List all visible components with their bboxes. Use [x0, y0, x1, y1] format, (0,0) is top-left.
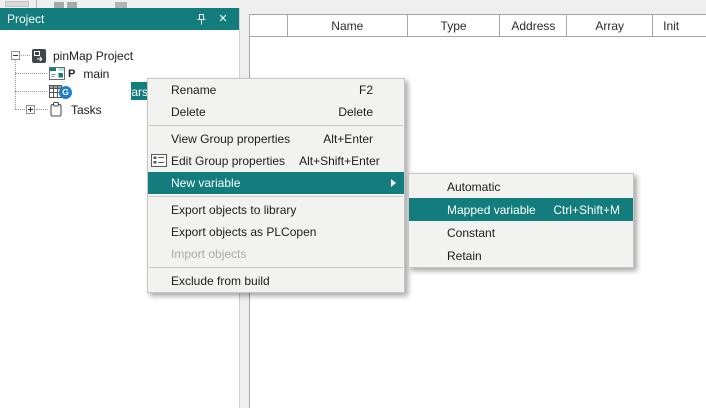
form-properties-icon [151, 154, 167, 170]
project-panel-header: Project ✕ [0, 8, 239, 30]
column-header-address[interactable]: Address [500, 15, 567, 36]
toolbar-icon-fragment [5, 1, 29, 7]
menu-item-edit-group-properties[interactable]: Edit Group properties Alt+Shift+Enter [148, 150, 404, 172]
context-menu: Rename F2 Delete Delete View Group prope… [147, 78, 405, 293]
tree-connector [15, 109, 25, 110]
tree-item-tasks[interactable]: Tasks [50, 101, 102, 118]
collapse-expander-minus[interactable] [11, 51, 20, 60]
column-header-init[interactable]: Init [653, 15, 706, 36]
shortcut-label: F2 [359, 83, 373, 97]
project-icon [31, 48, 47, 64]
tree-connector [21, 55, 30, 56]
submenu-item-automatic[interactable]: Automatic [409, 175, 633, 198]
column-header-array[interactable]: Array [567, 15, 653, 36]
new-variable-submenu: Automatic Mapped variable Ctrl+Shift+M C… [408, 173, 634, 268]
expand-expander-plus[interactable] [26, 105, 35, 114]
tree-connector [15, 91, 47, 92]
menu-item-export-objects-to-library[interactable]: Export objects to library [148, 199, 404, 221]
tree-connector [15, 73, 47, 74]
tree-item-pinmap-project[interactable]: pinMap Project [31, 47, 133, 64]
tasks-icon [50, 102, 62, 117]
menu-item-new-variable[interactable]: New variable [148, 172, 404, 194]
toolbar-remnant [0, 0, 706, 8]
menu-separator [149, 125, 403, 126]
menu-separator [149, 196, 403, 197]
shortcut-label: Alt+Shift+Enter [299, 154, 380, 168]
program-letter-icon: P [68, 68, 75, 80]
tree-item-label: Tasks [71, 103, 102, 117]
shortcut-label: Ctrl+Shift+M [553, 203, 620, 217]
tree-item-label: pinMap Project [53, 49, 133, 63]
column-header-rowselector[interactable] [250, 15, 288, 36]
menu-item-rename[interactable]: Rename F2 [148, 79, 404, 101]
menu-separator [149, 267, 403, 268]
submenu-arrow-icon [391, 179, 396, 187]
column-header-name[interactable]: Name [288, 15, 408, 36]
tree-item-label: main [83, 67, 109, 81]
shortcut-label: Delete [338, 105, 373, 119]
tree-connector [36, 109, 48, 110]
menu-item-exclude-from-build[interactable]: Exclude from build [148, 270, 404, 292]
submenu-item-retain[interactable]: Retain [409, 244, 633, 267]
menu-item-export-objects-as-plcopen[interactable]: Export objects as PLCopen [148, 221, 404, 243]
toolbar-separator [36, 0, 37, 8]
panel-title: Project [7, 12, 187, 26]
application-window: Project ✕ [0, 0, 706, 408]
pin-icon[interactable] [193, 11, 209, 27]
close-icon[interactable]: ✕ [215, 11, 231, 27]
shortcut-label: Alt+Enter [323, 132, 373, 146]
tree-connector [15, 60, 16, 109]
global-badge-icon: G [59, 86, 72, 99]
column-header-type[interactable]: Type [408, 15, 501, 36]
tree-item-main[interactable]: P main [49, 65, 109, 82]
tree-item-label: Global_vars [84, 85, 148, 99]
menu-item-delete[interactable]: Delete Delete [148, 101, 404, 123]
menu-item-import-objects: Import objects [148, 243, 404, 265]
program-icon [49, 67, 65, 80]
table-header-row: Name Type Address Array Init [250, 15, 706, 37]
submenu-item-mapped-variable[interactable]: Mapped variable Ctrl+Shift+M [409, 198, 633, 221]
menu-item-view-group-properties[interactable]: View Group properties Alt+Enter [148, 128, 404, 150]
submenu-item-constant[interactable]: Constant [409, 221, 633, 244]
